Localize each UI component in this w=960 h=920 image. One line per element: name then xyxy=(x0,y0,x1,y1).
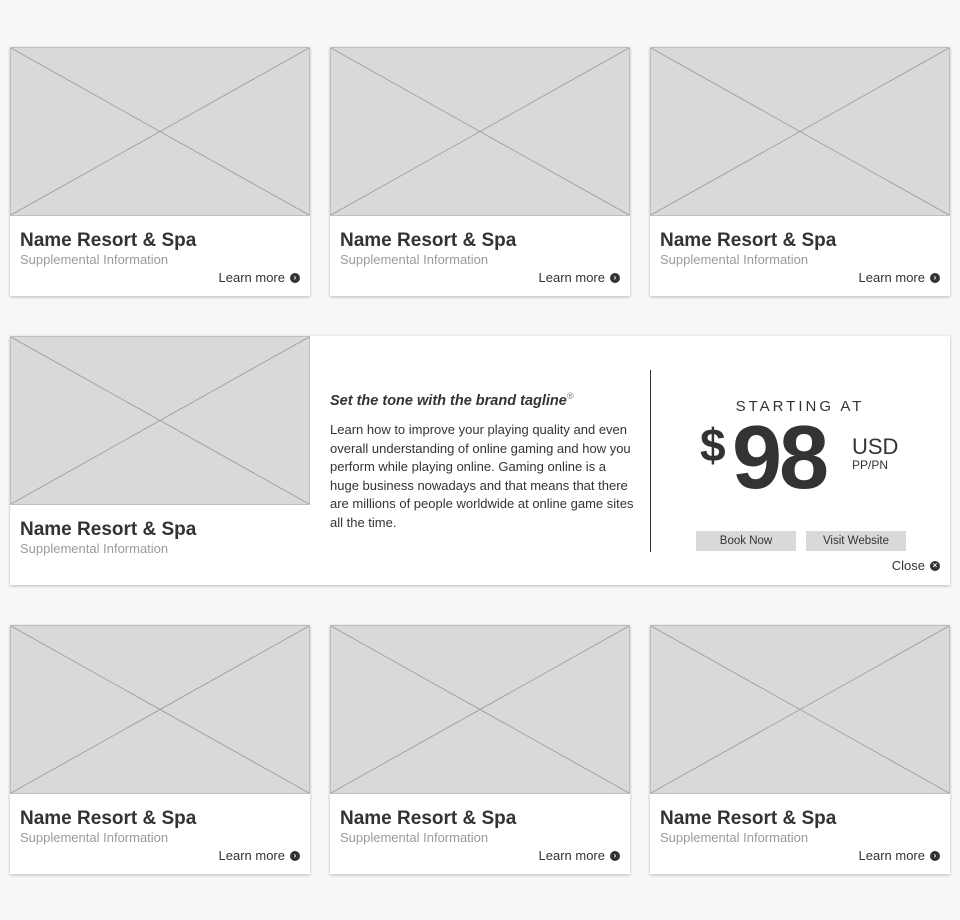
learn-more-label: Learn more xyxy=(538,848,605,863)
resort-card: Name Resort & Spa Supplemental Informati… xyxy=(650,625,950,874)
registered-mark: ® xyxy=(566,391,574,401)
learn-more-label: Learn more xyxy=(858,848,925,863)
learn-more-link[interactable]: Learn more › xyxy=(219,270,300,285)
supplemental-info: Supplemental Information xyxy=(20,541,169,556)
learn-more-label: Learn more xyxy=(218,270,285,285)
image-placeholder xyxy=(330,47,630,216)
close-label: Close xyxy=(891,558,925,573)
learn-more-label: Learn more xyxy=(218,848,285,863)
currency-symbol: $ xyxy=(700,419,726,471)
tagline-text: Set the tone with the brand tagline xyxy=(330,392,567,409)
supplemental-info: Supplemental Information xyxy=(20,830,169,845)
close-circle-icon: × xyxy=(930,560,940,571)
resort-name: Name Resort & Spa xyxy=(20,808,197,829)
expanded-resort-panel: Name Resort & Spa Supplemental Informati… xyxy=(10,336,950,585)
chevron-circle-right-icon: › xyxy=(290,272,300,283)
chevron-circle-right-icon: › xyxy=(290,850,300,861)
resort-name: Name Resort & Spa xyxy=(20,519,197,540)
learn-more-link[interactable]: Learn more › xyxy=(539,270,620,285)
resort-card: Name Resort & Spa Supplemental Informati… xyxy=(10,625,310,874)
resort-card: Name Resort & Spa Supplemental Informati… xyxy=(650,47,950,296)
price-unit: PP/PN xyxy=(852,458,889,472)
image-placeholder xyxy=(650,625,950,794)
chevron-circle-right-icon: › xyxy=(610,850,620,861)
supplemental-info: Supplemental Information xyxy=(660,830,809,845)
resort-name: Name Resort & Spa xyxy=(660,230,837,251)
image-placeholder xyxy=(330,625,630,794)
resort-name: Name Resort & Spa xyxy=(20,230,197,251)
brand-tagline: Set the tone with the brand tagline® xyxy=(330,391,573,409)
chevron-circle-right-icon: › xyxy=(930,850,940,861)
resort-description: Learn how to improve your playing qualit… xyxy=(330,422,634,530)
currency-code: USD xyxy=(852,434,899,459)
image-placeholder xyxy=(10,47,310,216)
close-button[interactable]: Close × xyxy=(892,558,940,573)
resort-name: Name Resort & Spa xyxy=(340,808,517,829)
learn-more-label: Learn more xyxy=(858,270,925,285)
price-value: 98 xyxy=(732,408,829,508)
learn-more-label: Learn more xyxy=(538,270,605,285)
learn-more-link[interactable]: Learn more › xyxy=(219,848,300,863)
resort-card: Name Resort & Spa Supplemental Informati… xyxy=(330,625,630,874)
supplemental-info: Supplemental Information xyxy=(340,252,489,267)
resort-card: Name Resort & Spa Supplemental Informati… xyxy=(330,47,630,296)
learn-more-link[interactable]: Learn more › xyxy=(859,848,940,863)
image-placeholder xyxy=(650,47,950,216)
image-placeholder xyxy=(10,336,310,505)
resort-name: Name Resort & Spa xyxy=(340,230,517,251)
chevron-circle-right-icon: › xyxy=(610,272,620,283)
resort-name: Name Resort & Spa xyxy=(660,808,837,829)
supplemental-info: Supplemental Information xyxy=(660,252,809,267)
learn-more-link[interactable]: Learn more › xyxy=(859,270,940,285)
book-now-button[interactable]: Book Now xyxy=(696,531,796,551)
supplemental-info: Supplemental Information xyxy=(20,252,169,267)
resort-card: Name Resort & Spa Supplemental Informati… xyxy=(10,47,310,296)
image-placeholder xyxy=(10,625,310,794)
learn-more-link[interactable]: Learn more › xyxy=(539,848,620,863)
visit-website-button[interactable]: Visit Website xyxy=(806,531,906,551)
chevron-circle-right-icon: › xyxy=(930,272,940,283)
supplemental-info: Supplemental Information xyxy=(340,830,489,845)
